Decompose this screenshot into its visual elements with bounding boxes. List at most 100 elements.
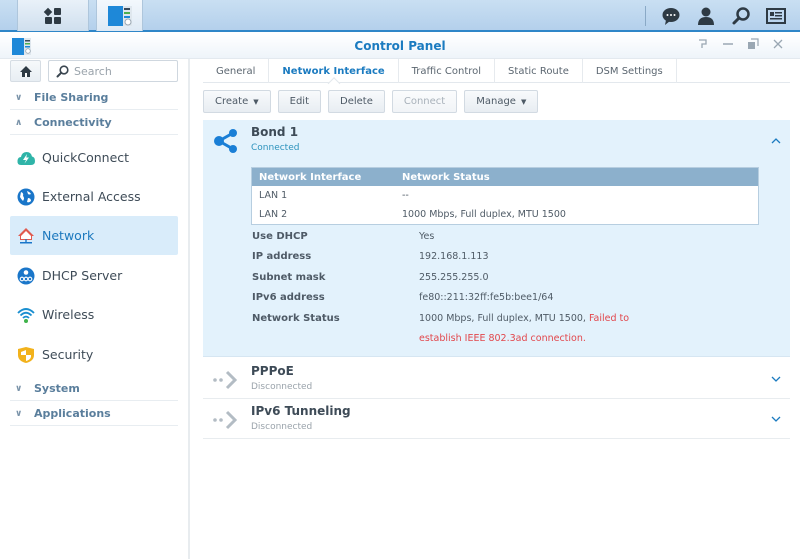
main-content: General Network Interface Traffic Contro… (192, 59, 800, 559)
search-button[interactable] (729, 4, 753, 28)
bond-share-icon (212, 127, 240, 155)
sidebar-search[interactable] (48, 60, 178, 82)
category-label: Applications (34, 407, 111, 420)
sidebar-item-quickconnect[interactable]: QuickConnect (10, 138, 178, 177)
dhcp-icon (16, 266, 36, 286)
create-button[interactable]: Create ▼ (203, 90, 271, 113)
search-input[interactable] (74, 64, 174, 78)
restore-button[interactable] (745, 38, 761, 54)
table-row[interactable]: LAN 1 -- (252, 186, 758, 205)
main-menu-button[interactable] (17, 0, 89, 31)
sidebar-item-label: Network (42, 228, 95, 243)
user-icon (698, 7, 714, 25)
tab-traffic-control[interactable]: Traffic Control (399, 59, 496, 83)
category-label: File Sharing (34, 91, 109, 104)
sidebar-item-label: Wireless (42, 307, 95, 322)
dropdown-caret-icon: ▼ (520, 97, 527, 106)
category-system[interactable]: ∨ System (10, 377, 178, 401)
search-icon (56, 64, 69, 77)
sidebar-item-dhcp-server[interactable]: DHCP Server (10, 256, 178, 295)
column-header: Network Interface (259, 171, 362, 183)
error-text: establish IEEE 802.3ad connection. (419, 333, 586, 344)
home-button[interactable] (10, 60, 41, 82)
taskbar-control-panel[interactable] (96, 0, 143, 31)
detail-value: fe80::211:32ff:fe5b:bee1/64 (419, 291, 554, 303)
chevron-up-icon: ∧ (15, 117, 23, 128)
widgets-button[interactable] (764, 4, 788, 28)
network-house-icon (16, 226, 36, 246)
dropdown-caret-icon: ▼ (253, 97, 259, 106)
tab-general[interactable]: General (203, 59, 270, 83)
globe-icon (16, 187, 36, 207)
restore-icon (748, 38, 759, 49)
widgets-icon (766, 8, 786, 24)
interface-panel-bond[interactable]: Bond 1 Connected Network Interface Netwo… (203, 120, 790, 357)
user-button[interactable] (694, 4, 718, 28)
sidebar-item-network[interactable]: Network (10, 216, 178, 255)
disconnected-arrow-icon (212, 406, 240, 434)
taskbar (0, 0, 800, 32)
interface-name: IPv6 Tunneling (251, 404, 351, 418)
shield-icon (16, 345, 36, 365)
tab-static-route[interactable]: Static Route (495, 59, 583, 83)
detail-label: Use DHCP (252, 230, 308, 242)
column-header: Network Status (402, 171, 490, 183)
sidebar-item-external-access[interactable]: External Access (10, 177, 178, 216)
category-connectivity[interactable]: ∧ Connectivity (10, 111, 178, 135)
chevron-up-icon (771, 137, 781, 143)
interface-name: PPPoE (251, 364, 294, 378)
table-row[interactable]: LAN 2 1000 Mbps, Full duplex, MTU 1500 (252, 205, 758, 224)
manage-label: Manage (476, 96, 516, 107)
chat-button[interactable] (659, 4, 683, 28)
collapse-button[interactable] (770, 134, 782, 146)
tab-dsm-settings[interactable]: DSM Settings (583, 59, 677, 83)
detail-label: IP address (252, 250, 312, 262)
sidebar-item-label: Security (42, 347, 94, 362)
interface-status: Disconnected (251, 382, 313, 392)
expand-button[interactable] (770, 413, 782, 425)
delete-button[interactable]: Delete (328, 90, 385, 113)
member-interfaces-table: Network Interface Network Status LAN 1 -… (251, 167, 759, 225)
detail-value: 255.255.255.0 (419, 271, 489, 283)
chat-icon (662, 8, 680, 25)
category-file-sharing[interactable]: ∨ File Sharing (10, 86, 178, 110)
detail-label: Subnet mask (252, 271, 326, 283)
close-icon (773, 39, 783, 49)
table-cell: -- (402, 190, 409, 201)
chevron-down-icon: ∨ (15, 92, 23, 103)
detail-row-network-status: Network Status 1000 Mbps, Full duplex, M… (252, 308, 629, 328)
minimize-button[interactable] (720, 38, 736, 54)
window-title: Control Panel (354, 39, 446, 53)
edit-button[interactable]: Edit (277, 90, 321, 113)
category-label: System (34, 382, 80, 395)
sidebar-item-security[interactable]: Security (10, 335, 178, 374)
sidebar-item-label: DHCP Server (42, 268, 123, 283)
tab-network-interface[interactable]: Network Interface (269, 59, 399, 83)
create-label: Create (215, 96, 249, 107)
manage-button[interactable]: Manage ▼ (464, 90, 539, 113)
interface-panel-ipv6-tunneling[interactable]: IPv6 Tunneling Disconnected (203, 399, 790, 439)
detail-row-ipv6: IPv6 address fe80::211:32ff:fe5b:bee1/64 (252, 287, 553, 307)
interface-name: Bond 1 (251, 125, 299, 139)
connect-button[interactable]: Connect (391, 90, 458, 113)
home-icon (19, 65, 32, 77)
sidebar-item-wireless[interactable]: Wireless (10, 295, 178, 334)
error-text: Failed to (588, 312, 630, 324)
sidebar-item-label: External Access (42, 189, 141, 204)
expand-button[interactable] (770, 373, 782, 385)
interface-panel-pppoe[interactable]: PPPoE Disconnected (203, 359, 790, 399)
detail-label: Network Status (252, 312, 340, 324)
sidebar: ∨ File Sharing ∧ Connectivity QuickConne… (0, 59, 190, 559)
table-cell: LAN 2 (259, 209, 288, 220)
chevron-down-icon (771, 416, 781, 422)
window-titlebar: Control Panel (0, 34, 800, 59)
table-cell: LAN 1 (259, 190, 288, 201)
help-icon (699, 39, 707, 48)
category-label: Connectivity (34, 116, 112, 129)
category-applications[interactable]: ∨ Applications (10, 402, 178, 426)
chevron-down-icon: ∨ (15, 408, 23, 419)
close-button[interactable] (770, 38, 786, 54)
detail-row-ip: IP address 192.168.1.113 (252, 246, 489, 266)
help-button[interactable] (695, 38, 711, 54)
detail-label: IPv6 address (252, 291, 325, 303)
